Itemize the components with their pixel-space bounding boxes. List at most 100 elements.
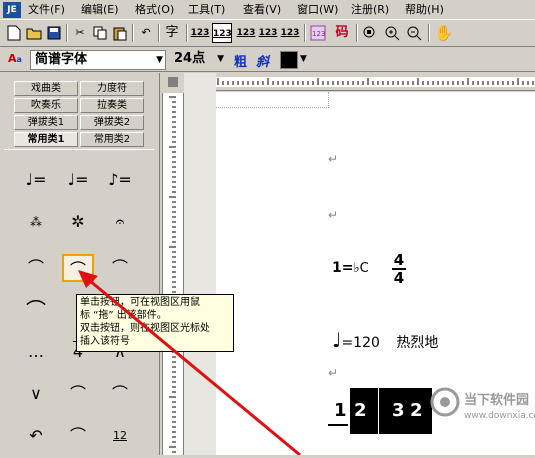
toolbar-separator	[428, 24, 430, 42]
underline-beam	[328, 424, 348, 426]
tooltip-line: 标 “拖” 出该部件。	[80, 310, 167, 321]
menu-tools[interactable]: 工具(T)	[186, 2, 227, 18]
menu-window[interactable]: 窗口(W)	[295, 2, 340, 18]
font-size-select[interactable]: 24点 ▼	[170, 50, 226, 70]
toolbar-separator	[132, 24, 134, 42]
menu-file[interactable]: 文件(F)	[26, 2, 67, 18]
format-bar: Aa 简谱字体 ▼ 24点 ▼ 粗 斜 ▼	[0, 48, 535, 72]
quarter-tempo-filled-symbol[interactable]: ♩=	[62, 166, 94, 194]
watermark-logo-icon	[430, 387, 460, 417]
copy-icon[interactable]	[90, 23, 110, 43]
slur-open-symbol[interactable]: ⌒	[20, 254, 52, 282]
pedal-release-symbol[interactable]: ✲	[62, 208, 94, 236]
watermark-title: 当下软件园	[464, 393, 530, 408]
number-button-3[interactable]: 123	[236, 23, 256, 43]
toolbar-separator	[186, 24, 188, 42]
pedal-symbol[interactable]: ⁂	[20, 208, 52, 236]
ruler-corner-icon	[168, 77, 178, 87]
tab-dynamics[interactable]: 力度符	[80, 81, 144, 96]
fermata-symbol[interactable]: 𝄐	[104, 208, 136, 236]
tab-plucked-1[interactable]: 弹拔类1	[14, 115, 78, 130]
menu-format[interactable]: 格式(O)	[133, 2, 176, 18]
key-value: ♭C	[353, 261, 369, 276]
tab-plucked-2[interactable]: 弹拔类2	[80, 115, 144, 130]
menu-bar: JE 文件(F) 编辑(E) 格式(O) 工具(T) 查看(V) 窗口(W) 注…	[0, 0, 535, 20]
toolbar-separator	[304, 24, 306, 42]
slur-bottom-symbol[interactable]: ⌒	[62, 422, 94, 450]
key-prefix: 1=	[332, 260, 354, 276]
page-margin-marker	[216, 92, 329, 108]
preview-icon[interactable]	[360, 23, 380, 43]
font-name-select[interactable]: 简谱字体 ▼	[30, 50, 166, 70]
tooltip-line: 双击按钮，则在视图区光标处	[80, 323, 210, 334]
paste-icon[interactable]	[110, 23, 130, 43]
tab-common-2[interactable]: 常用类2	[80, 132, 144, 147]
chevron-down-icon: ▼	[156, 55, 163, 65]
text-color-swatch[interactable]	[280, 51, 298, 69]
save-icon[interactable]	[44, 23, 64, 43]
hand-icon[interactable]: ✋	[434, 23, 454, 43]
zoom-out-icon[interactable]	[404, 23, 424, 43]
chevron-down-icon[interactable]: ▼	[300, 54, 307, 64]
slur-right-symbol[interactable]: ⌒	[104, 380, 136, 408]
note-1: 1	[334, 400, 347, 421]
tie-symbol[interactable]: ⌒	[62, 254, 94, 282]
number-button-2[interactable]: 123	[212, 23, 232, 43]
toolbar: ✂ ↶ 字 123 123 123 123 123 123 码 ✋	[0, 21, 535, 47]
ellipsis-symbol[interactable]: …	[20, 338, 52, 366]
chevron-down-icon: ▼	[217, 54, 224, 64]
key-signature: 1=♭C	[332, 260, 369, 276]
tuplet-symbol[interactable]: 12	[104, 422, 136, 450]
slur-long-symbol[interactable]: ⌒	[104, 254, 136, 282]
paragraph-mark: ↵	[328, 208, 339, 222]
vertical-ruler-ticks	[169, 96, 176, 453]
accent-down-symbol[interactable]: ∨	[20, 380, 52, 408]
font-button[interactable]: 字	[162, 23, 182, 43]
tab-wind[interactable]: 吹奏乐	[14, 98, 78, 113]
app-icon[interactable]: JE	[3, 2, 21, 18]
tab-opera[interactable]: 戏曲类	[14, 81, 78, 96]
slur-small-symbol[interactable]: ⌒	[62, 380, 94, 408]
undo-icon[interactable]: ↶	[136, 23, 156, 43]
bar-line	[378, 388, 379, 434]
svg-text:123: 123	[312, 30, 325, 38]
tempo-text: 热烈地	[396, 335, 439, 351]
time-numerator: 4	[392, 251, 406, 270]
open-folder-icon[interactable]	[24, 23, 44, 43]
note-4: 2	[410, 400, 423, 421]
font-name-value: 简谱字体	[35, 52, 88, 67]
menu-register[interactable]: 注册(R)	[349, 2, 391, 18]
tab-common-1[interactable]: 常用类1	[14, 132, 78, 147]
turn-symbol[interactable]: ↶	[20, 422, 52, 450]
tab-bowed[interactable]: 拉奏类	[80, 98, 144, 113]
vertical-ruler	[162, 93, 184, 455]
notes-icon[interactable]: 123	[308, 23, 328, 43]
note-2: 2	[354, 400, 367, 421]
font-icon: Aa	[8, 52, 22, 65]
watermark-url: www.downxia.com	[464, 411, 535, 421]
symbol-palette: 戏曲类 力度符 吹奏乐 拉奏类 弹拔类1 弹拔类2 常用类1 常用类2 ♩= ♩…	[0, 73, 160, 455]
italic-button[interactable]: 斜	[256, 51, 269, 70]
bold-button[interactable]: 粗	[234, 51, 247, 70]
page-gutter	[184, 73, 216, 455]
paragraph-mark: ↵	[328, 366, 339, 380]
number-button-4[interactable]: 123	[258, 23, 278, 43]
cut-icon[interactable]: ✂	[70, 23, 90, 43]
menu-help[interactable]: 帮助(H)	[403, 2, 446, 18]
eighth-tempo-symbol[interactable]: ♪=	[104, 166, 136, 194]
ruler-corner	[162, 73, 184, 93]
menu-view[interactable]: 查看(V)	[241, 2, 283, 18]
slur-wide-symbol[interactable]: ⌒	[20, 296, 52, 324]
menu-edit[interactable]: 编辑(E)	[79, 2, 121, 18]
toolbar-separator	[66, 24, 68, 42]
number-button-5[interactable]: 123	[280, 23, 300, 43]
code-button[interactable]: 码	[332, 23, 352, 43]
time-denominator: 4	[393, 269, 405, 287]
zoom-in-icon[interactable]	[382, 23, 402, 43]
quarter-tempo-symbol[interactable]: ♩=	[20, 166, 52, 194]
toolbar-separator	[356, 24, 358, 42]
toolbar-separator	[158, 24, 160, 42]
new-file-icon[interactable]	[4, 23, 24, 43]
tooltip-line: 单击按钮，可在视图区用鼠	[80, 297, 200, 308]
number-button-1[interactable]: 123	[190, 23, 210, 43]
